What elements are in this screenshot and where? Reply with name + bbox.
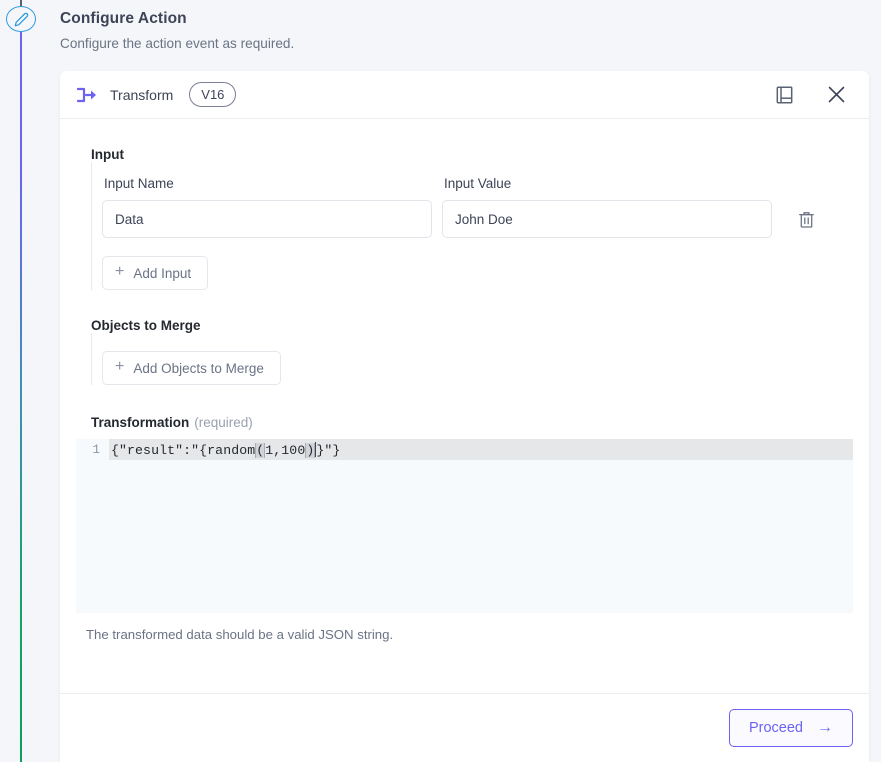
code-segment-after: }"}	[316, 442, 341, 458]
card-title: Transform	[110, 86, 174, 103]
trash-icon[interactable]	[794, 207, 818, 231]
pencil-icon	[14, 12, 29, 27]
card-body: Input Input Name Input Value	[60, 119, 869, 693]
transformation-section: Transformation (required) 1 {"result":"{r…	[76, 415, 853, 642]
card-footer: Proceed →	[60, 693, 869, 762]
plus-icon: +	[115, 358, 125, 375]
transformation-label-text: Transformation	[91, 415, 190, 430]
input-section-label: Input	[91, 147, 124, 162]
code-close-paren: )	[305, 442, 316, 458]
add-input-button[interactable]: + Add Input	[102, 256, 209, 290]
code-args: 1,100	[265, 442, 306, 458]
transform-icon	[76, 87, 98, 103]
timeline-step-node[interactable]	[6, 6, 36, 32]
objects-to-merge-section: Objects to Merge + Add Objects to Merge	[76, 318, 853, 385]
timeline-connector-line	[20, 32, 22, 762]
input-name-column: Input Name	[102, 176, 432, 238]
add-input-label: Add Input	[133, 265, 192, 281]
input-name-header: Input Name	[104, 176, 174, 191]
code-segment-before: {"result":"{random	[111, 442, 256, 458]
objects-section-body: + Add Objects to Merge	[91, 333, 853, 385]
proceed-button[interactable]: Proceed →	[728, 709, 853, 747]
card-header: Transform V16	[60, 71, 869, 119]
page-subtitle: Configure the action event as required.	[60, 36, 295, 51]
required-note: (required)	[194, 415, 253, 430]
code-open-paren: (	[255, 442, 266, 458]
input-row: Input Name Input Value	[102, 176, 853, 238]
input-value-header: Input Value	[444, 176, 512, 191]
page-heading: Configure Action Configure the action ev…	[60, 10, 860, 51]
code-active-line: 1 {"result":"{random(1,100)}"}	[76, 439, 853, 460]
input-section-body: Input Name Input Value	[91, 162, 853, 290]
plus-icon: +	[115, 263, 125, 280]
transformation-code-editor[interactable]: 1 {"result":"{random(1,100)}"}	[76, 439, 853, 613]
book-icon[interactable]	[769, 80, 799, 110]
version-badge[interactable]: V16	[189, 82, 237, 107]
code-line-number: 1	[92, 442, 100, 457]
arrow-right-icon: →	[817, 719, 833, 736]
add-objects-label: Add Objects to Merge	[133, 360, 264, 376]
code-line-background: {"result":"{random(1,100)}"}	[109, 439, 853, 460]
proceed-label: Proceed	[748, 720, 803, 736]
transformation-section-label: Transformation (required)	[91, 415, 853, 430]
close-icon[interactable]	[821, 80, 851, 110]
objects-section-label: Objects to Merge	[91, 318, 201, 333]
editor-helper-text: The transformed data should be a valid J…	[86, 627, 394, 642]
add-objects-to-merge-button[interactable]: + Add Objects to Merge	[102, 351, 281, 385]
timeline-rail	[0, 0, 42, 762]
input-name-field[interactable]	[102, 200, 432, 238]
input-value-column: Input Value	[442, 176, 772, 238]
page-title: Configure Action	[60, 10, 187, 27]
code-text: {"result":"{random(1,100)}"}	[109, 441, 341, 458]
input-section: Input Input Name Input Value	[76, 147, 853, 290]
configure-action-card: Transform V16 Input Input Name Data Inpu…	[60, 71, 869, 762]
input-value-field[interactable]	[442, 200, 772, 238]
